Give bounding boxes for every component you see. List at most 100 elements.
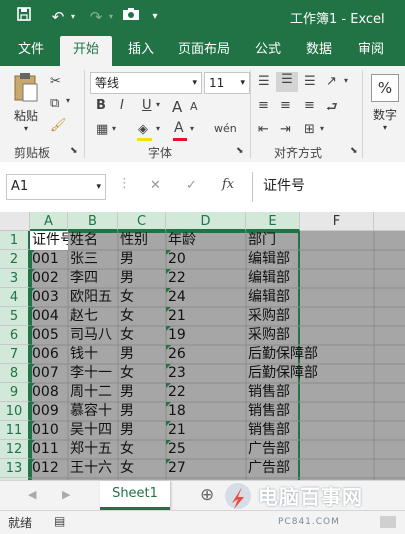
font-launcher-icon[interactable]: ⬊ <box>236 146 244 156</box>
cell[interactable]: 21 <box>166 307 246 326</box>
tab-review[interactable]: 审阅 <box>348 36 394 66</box>
cell[interactable]: 销售部 <box>246 383 300 402</box>
cell[interactable]: 26 <box>166 345 246 364</box>
font-name-select[interactable]: 等线 ▾ <box>90 72 202 94</box>
tab-insert[interactable]: 插入 <box>118 36 164 66</box>
row-header[interactable]: 8 <box>0 364 30 383</box>
cell[interactable]: 20 <box>166 250 246 269</box>
font-size-select[interactable]: 11 ▾ <box>204 72 250 94</box>
row-header[interactable]: 3 <box>0 269 30 288</box>
cell[interactable]: 销售部 <box>246 421 300 440</box>
scroll-left-icon[interactable]: ◀ <box>28 488 36 501</box>
cell[interactable]: 27 <box>166 459 246 478</box>
cell[interactable]: 21 <box>166 421 246 440</box>
cell[interactable]: 采购部 <box>246 326 300 345</box>
cell[interactable]: 慕容十 <box>68 402 118 421</box>
underline-dropdown-icon[interactable]: ▾ <box>156 100 160 109</box>
row-header[interactable]: 11 <box>0 421 30 440</box>
tab-home[interactable]: 开始 <box>60 36 112 66</box>
cell[interactable]: 男 <box>118 402 166 421</box>
cell[interactable]: 后勤保障部 <box>246 364 374 383</box>
cell[interactable]: 002 <box>30 269 68 288</box>
cell[interactable]: 部门 <box>246 231 300 250</box>
row-header[interactable]: 2 <box>0 250 30 269</box>
cell[interactable]: 吴十四 <box>68 421 118 440</box>
cell[interactable]: 姓名 <box>68 231 118 250</box>
cell[interactable]: 司马八 <box>68 326 118 345</box>
undo-icon[interactable]: ↶ <box>48 6 68 28</box>
cell[interactable]: 赵七 <box>68 307 118 326</box>
cell[interactable]: 009 <box>30 402 68 421</box>
decrease-indent-icon[interactable]: ⇤ <box>258 122 269 137</box>
row-header[interactable]: 13 <box>0 459 30 478</box>
copy-icon[interactable]: ⧉ <box>50 96 59 111</box>
row-header[interactable]: 7 <box>0 345 30 364</box>
cell[interactable]: 广告部 <box>246 440 300 459</box>
redo-icon[interactable]: ↷ <box>86 6 106 28</box>
borders-dropdown-icon[interactable]: ▾ <box>112 124 116 133</box>
cell[interactable]: 李四 <box>68 269 118 288</box>
redo-dropdown-icon[interactable]: ▾ <box>106 6 116 28</box>
bold-button[interactable]: B <box>96 98 106 113</box>
cell[interactable]: 欧阳五 <box>68 288 118 307</box>
row-header[interactable]: 1 <box>0 231 30 250</box>
font-color-dropdown-icon[interactable]: ▾ <box>190 124 194 133</box>
cell[interactable]: 年龄 <box>166 231 246 250</box>
zoom-slider-thumb[interactable] <box>380 516 396 528</box>
cell[interactable]: 女 <box>118 288 166 307</box>
cell[interactable]: 女 <box>118 326 166 345</box>
tab-file[interactable]: 文件 <box>8 36 54 66</box>
cell[interactable]: 女 <box>118 459 166 478</box>
customize-quick-access-icon[interactable]: ▾ <box>148 6 162 28</box>
row-header[interactable]: 6 <box>0 326 30 345</box>
tab-data[interactable]: 数据 <box>296 36 342 66</box>
underline-button[interactable]: U <box>142 98 152 113</box>
cell[interactable]: 011 <box>30 440 68 459</box>
cell[interactable]: 008 <box>30 383 68 402</box>
undo-dropdown-icon[interactable]: ▾ <box>68 6 78 28</box>
cell[interactable]: 采购部 <box>246 307 300 326</box>
scroll-right-icon[interactable]: ▶ <box>62 488 70 501</box>
format-painter-icon[interactable]: 🖌 <box>50 118 67 133</box>
cell[interactable]: 012 <box>30 459 68 478</box>
cell[interactable]: 编辑部 <box>246 250 300 269</box>
copy-dropdown-icon[interactable]: ▾ <box>66 96 70 105</box>
align-right-icon[interactable]: ≡ <box>304 98 315 113</box>
name-box[interactable]: A1 ▾ <box>6 174 106 200</box>
save-icon[interactable] <box>14 6 34 28</box>
cell[interactable]: 001 <box>30 250 68 269</box>
cell[interactable]: 女 <box>118 364 166 383</box>
cancel-icon[interactable]: ✕ <box>150 178 161 193</box>
borders-icon[interactable]: ▦ <box>96 122 108 137</box>
cell[interactable]: 性别 <box>118 231 166 250</box>
cell[interactable]: 男 <box>118 421 166 440</box>
cell[interactable]: 007 <box>30 364 68 383</box>
cell[interactable]: 005 <box>30 326 68 345</box>
alignment-launcher-icon[interactable]: ⬊ <box>350 146 358 156</box>
row-header[interactable]: 4 <box>0 288 30 307</box>
tab-formulas[interactable]: 公式 <box>246 36 290 66</box>
cell[interactable]: 李十一 <box>68 364 118 383</box>
cell[interactable]: 24 <box>166 288 246 307</box>
chevron-down-icon[interactable]: ▾ <box>10 124 42 133</box>
enter-icon[interactable]: ✓ <box>186 178 197 193</box>
phonetic-guide-icon[interactable]: wén <box>214 122 237 135</box>
cell[interactable]: 张三 <box>68 250 118 269</box>
cell[interactable]: 010 <box>30 421 68 440</box>
merge-center-icon[interactable]: ⊞ <box>304 122 315 137</box>
page-view-icon[interactable]: ▤ <box>54 514 65 528</box>
cell[interactable]: 广告部 <box>246 459 300 478</box>
cell[interactable]: 男 <box>118 250 166 269</box>
cell[interactable]: 19 <box>166 326 246 345</box>
italic-button[interactable]: I <box>120 98 124 113</box>
fill-color-dropdown-icon[interactable]: ▾ <box>156 124 160 133</box>
cell[interactable]: 周十二 <box>68 383 118 402</box>
cell[interactable]: 编辑部 <box>246 269 300 288</box>
increase-indent-icon[interactable]: ⇥ <box>280 122 291 137</box>
orientation-icon[interactable]: ↗ <box>326 74 337 89</box>
formula-bar-resize-handle[interactable]: ⋮ <box>118 176 131 191</box>
row-header[interactable]: 5 <box>0 307 30 326</box>
cell[interactable]: 23 <box>166 364 246 383</box>
cell[interactable]: 王十六 <box>68 459 118 478</box>
cell[interactable]: 后勤保障部 <box>246 345 374 364</box>
